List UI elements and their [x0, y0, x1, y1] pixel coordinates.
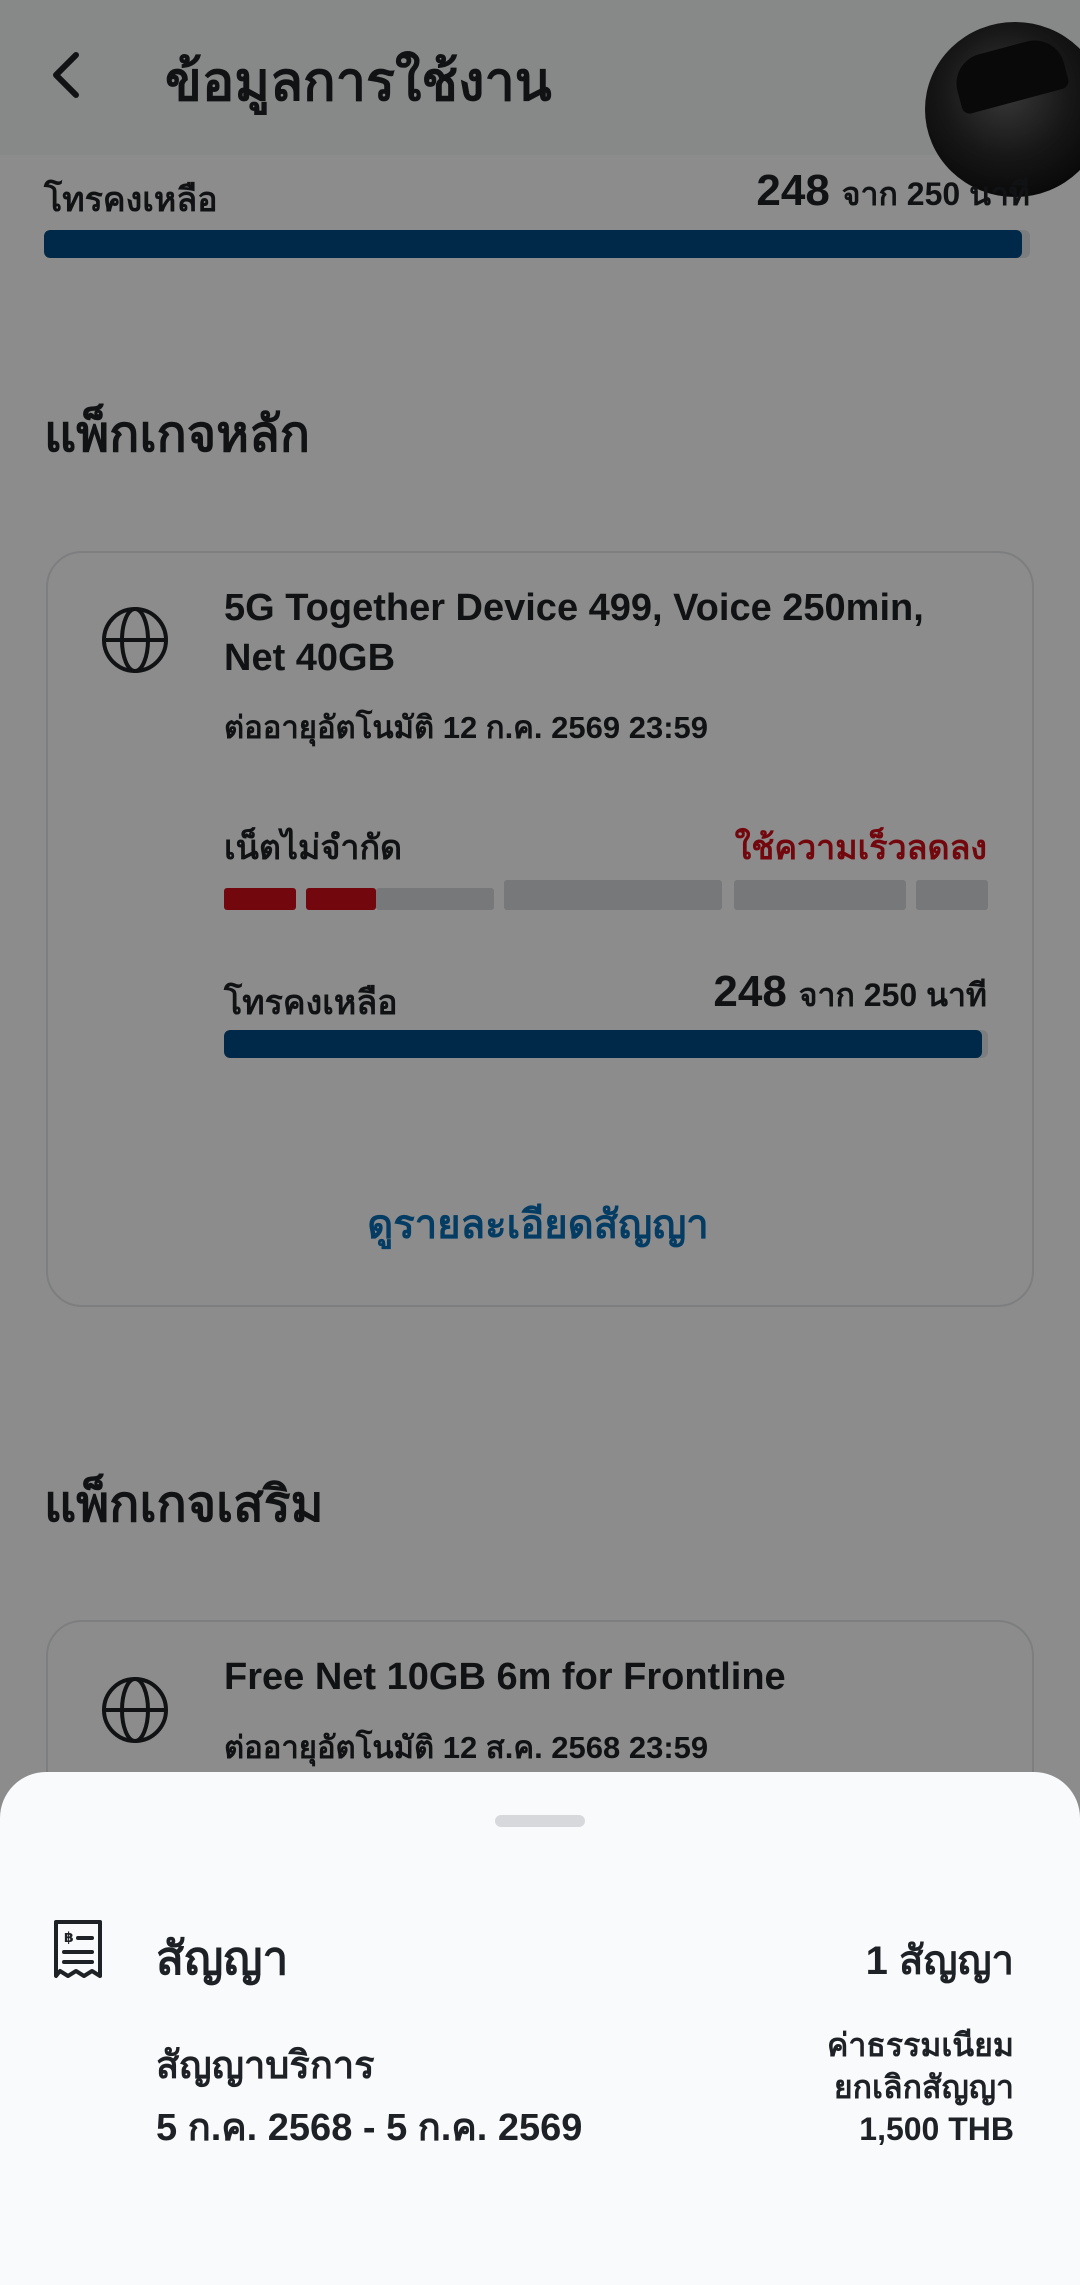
cancellation-fee-label-line2: ยกเลิกสัญญา [833, 2069, 1014, 2105]
sheet-drag-handle[interactable] [495, 1815, 585, 1827]
contract-receipt-icon: ฿ [54, 1920, 102, 1978]
contract-period: 5 ก.ค. 2568 - 5 ก.ค. 2569 [156, 2107, 583, 2149]
service-contract-label: สัญญาบริการ [156, 2045, 375, 2087]
contract-sheet-title: สัญญา [156, 1932, 289, 1984]
cancellation-fee-amount: 1,500 THB [859, 2111, 1014, 2147]
cancellation-fee: ค่าธรรมเนียม ยกเลิกสัญญา 1,500 THB [694, 2024, 1014, 2150]
svg-text:฿: ฿ [64, 1930, 74, 1946]
cancellation-fee-label-line1: ค่าธรรมเนียม [826, 2027, 1014, 2063]
contract-count: 1 สัญญา [865, 1939, 1014, 1983]
